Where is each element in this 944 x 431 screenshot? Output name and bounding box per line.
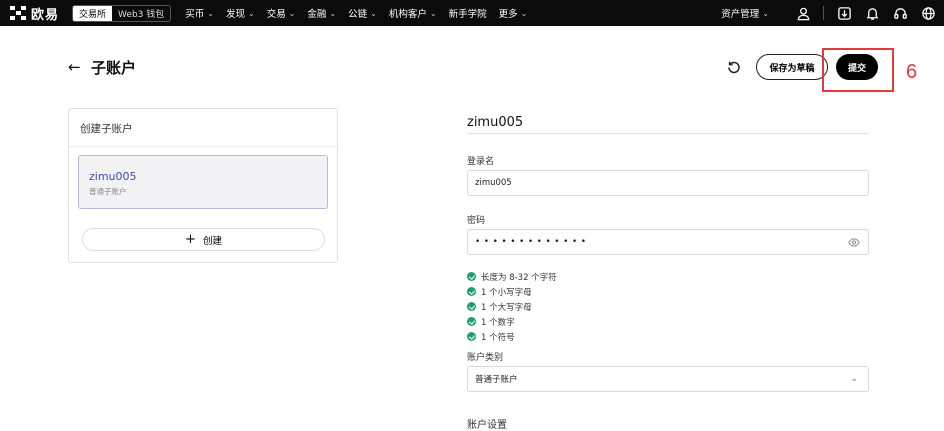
- headset-icon[interactable]: [892, 5, 908, 21]
- password-rule: 1 个符号: [467, 329, 557, 344]
- subaccount-item[interactable]: zimu005 普通子账户: [78, 155, 328, 209]
- globe-icon[interactable]: [920, 5, 936, 21]
- account-settings-heading: 账户设置: [467, 420, 507, 431]
- subaccount-type: 普通子账户: [89, 187, 127, 196]
- chevron-down-icon: ⌄: [288, 8, 296, 18]
- menu-finance[interactable]: 金融 ⌄: [307, 6, 337, 21]
- account-type-label: 账户类别: [467, 353, 504, 363]
- password-label: 密码: [467, 216, 486, 226]
- back-arrow-icon[interactable]: ←: [68, 58, 81, 76]
- menu-discover[interactable]: 发现 ⌄: [226, 6, 255, 21]
- check-circle-icon: [467, 287, 476, 296]
- password-rule: 1 个大写字母: [467, 299, 557, 314]
- main-menu: 买币 ⌄ 发现 ⌄ 交易 ⌄ 金融 ⌄ 公链 ⌄ 机构客户 ⌄ 新手学院 更多 ⌄: [185, 6, 539, 21]
- password-rule: 1 个数字: [467, 314, 557, 329]
- bell-icon[interactable]: [864, 5, 880, 21]
- page-title: 子账户: [91, 59, 137, 77]
- nav-right: 资产管理 ⌄: [721, 0, 936, 26]
- chevron-down-icon: ⌄: [370, 8, 377, 18]
- login-name-label: 登录名: [467, 157, 495, 167]
- chevron-down-icon: ⌄: [247, 8, 255, 18]
- check-circle-icon: [467, 302, 476, 311]
- tab-exchange[interactable]: 交易所: [73, 5, 113, 21]
- step-number: 6: [906, 61, 918, 83]
- user-icon[interactable]: [795, 5, 811, 21]
- download-icon[interactable]: [836, 5, 852, 21]
- chevron-down-icon: ⌄: [329, 8, 337, 18]
- card-title: 创建子账户: [69, 109, 337, 147]
- account-type-select[interactable]: 普通子账户 ⌄: [467, 366, 869, 392]
- tab-web3-wallet[interactable]: Web3 钱包: [112, 6, 170, 21]
- save-draft-button[interactable]: 保存为草稿: [756, 54, 828, 80]
- eye-icon[interactable]: [848, 238, 860, 247]
- password-rule: 1 个小写字母: [467, 284, 557, 299]
- menu-buy[interactable]: 买币 ⌄: [185, 6, 214, 21]
- nav-divider: [823, 6, 824, 20]
- check-circle-icon: [467, 317, 476, 326]
- login-name-input[interactable]: zimu005: [467, 170, 869, 196]
- menu-chain[interactable]: 公链 ⌄: [348, 6, 377, 21]
- chevron-down-icon: ⌄: [520, 8, 528, 18]
- okx-logo-icon: [10, 6, 26, 20]
- chevron-down-icon: ⌄: [850, 374, 858, 384]
- form-title: zimu005: [467, 115, 524, 130]
- plus-icon: +: [185, 232, 196, 247]
- create-label: 创建: [202, 235, 222, 247]
- menu-more[interactable]: 更多 ⌄: [499, 6, 528, 21]
- password-rule: 长度为 8-32 个字符: [467, 269, 557, 284]
- password-value: •••••••••••••: [475, 237, 590, 247]
- chevron-down-icon: ⌄: [762, 8, 769, 18]
- password-rules: 长度为 8-32 个字符 1 个小写字母 1 个大写字母 1 个数字 1 个符号: [467, 269, 557, 344]
- product-switch: 交易所 Web3 钱包: [72, 4, 172, 22]
- top-nav: 欧易 交易所 Web3 钱包 买币 ⌄ 发现 ⌄ 交易 ⌄ 金融 ⌄ 公链 ⌄ 机构客户 ⌄…: [0, 0, 944, 26]
- subaccount-list-card: 创建子账户 zimu005 普通子账户 + 创建: [68, 108, 338, 263]
- subaccount-name: zimu005: [89, 170, 137, 183]
- menu-academy[interactable]: 新手学院: [449, 6, 487, 20]
- chevron-down-icon: ⌄: [207, 8, 214, 18]
- form-title-divider: [467, 133, 869, 134]
- brand-logo[interactable]: 欧易: [10, 4, 59, 23]
- asset-management-menu[interactable]: 资产管理 ⌄: [721, 6, 769, 21]
- check-circle-icon: [467, 272, 476, 281]
- brand-name: 欧易: [31, 7, 60, 23]
- menu-trade[interactable]: 交易 ⌄: [267, 6, 296, 21]
- password-input[interactable]: •••••••••••••: [467, 229, 869, 255]
- chevron-down-icon: ⌄: [429, 8, 437, 18]
- submit-highlight-box: [822, 48, 894, 92]
- check-circle-icon: [467, 332, 476, 341]
- create-subaccount-button[interactable]: + 创建: [82, 228, 325, 251]
- reset-icon[interactable]: [727, 59, 741, 74]
- menu-institutional[interactable]: 机构客户 ⌄: [389, 6, 437, 21]
